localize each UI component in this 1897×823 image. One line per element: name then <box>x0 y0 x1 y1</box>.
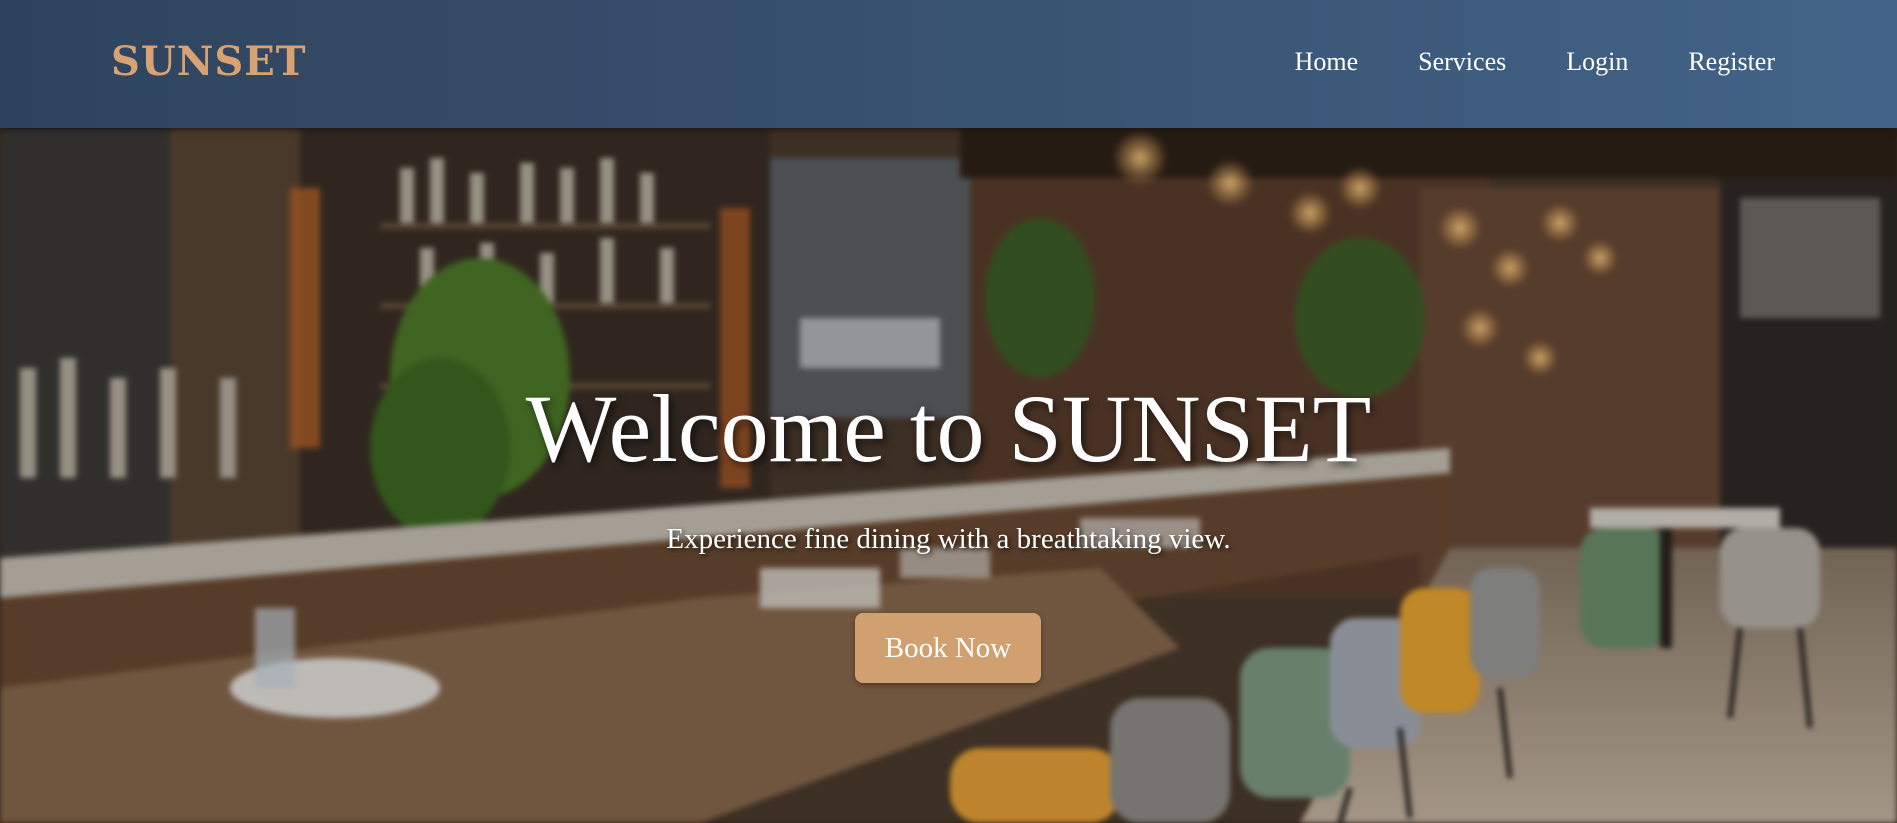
site-logo[interactable]: SUNSET <box>111 38 306 85</box>
book-now-button[interactable]: Book Now <box>855 613 1041 683</box>
nav-link-home[interactable]: Home <box>1295 47 1359 77</box>
hero-section: Welcome to SUNSET Experience fine dining… <box>0 128 1897 823</box>
nav-menu: Home Services Login Register <box>1295 47 1775 77</box>
hero-subtitle: Experience fine dining with a breathtaki… <box>666 523 1231 555</box>
nav-link-services[interactable]: Services <box>1418 47 1506 77</box>
top-navbar: SUNSET Home Services Login Register <box>0 0 1897 128</box>
hero-title: Welcome to SUNSET <box>525 375 1372 482</box>
nav-link-login[interactable]: Login <box>1566 47 1628 77</box>
nav-link-register[interactable]: Register <box>1688 47 1775 77</box>
